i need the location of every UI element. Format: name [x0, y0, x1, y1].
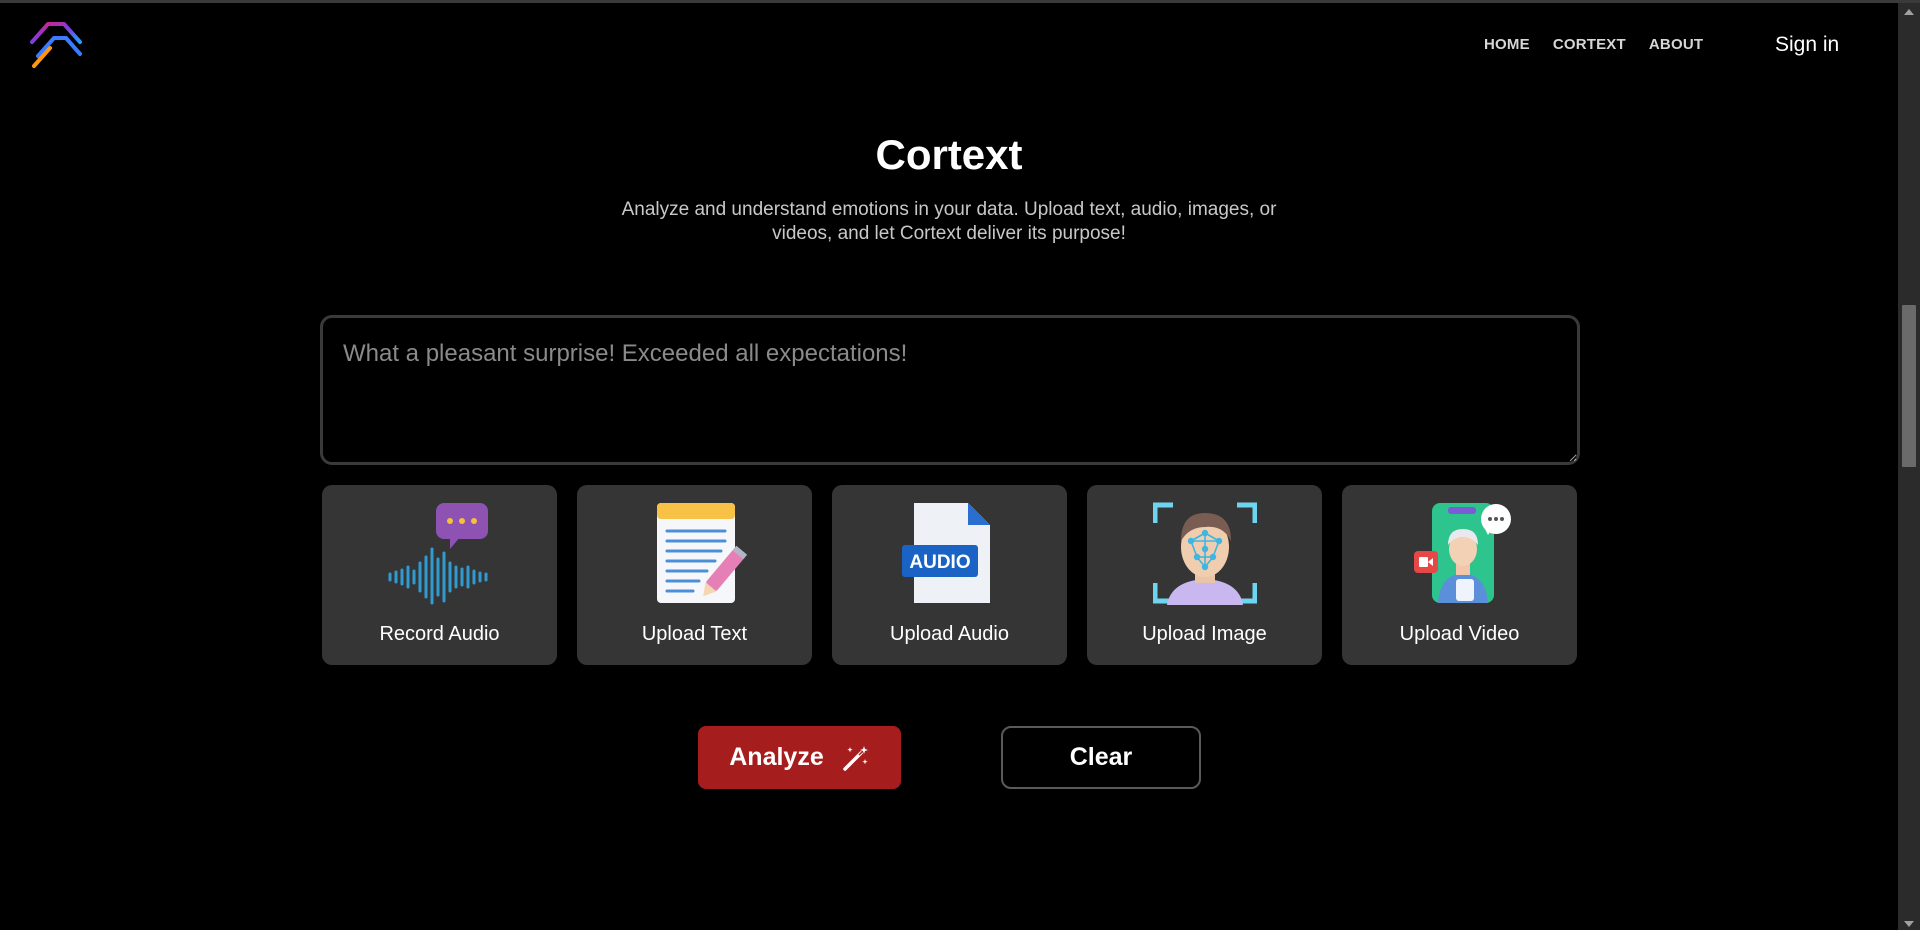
upload-image-button[interactable]: Upload Image	[1087, 485, 1322, 665]
nav-home-link[interactable]: HOME	[1484, 36, 1530, 53]
magic-wand-icon	[842, 745, 868, 771]
document-pencil-icon	[656, 503, 747, 603]
nav-about-link[interactable]: ABOUT	[1649, 36, 1703, 53]
scroll-down-arrow-icon[interactable]	[1904, 921, 1914, 927]
upload-options: Record Audio Upload Text AUDIO Upload Au…	[322, 485, 1577, 665]
video-call-icon	[1413, 503, 1511, 603]
text-input[interactable]	[320, 315, 1580, 465]
analyze-button-label: Analyze	[729, 743, 824, 771]
upload-text-button[interactable]: Upload Text	[577, 485, 812, 665]
svg-text:AUDIO: AUDIO	[909, 552, 970, 573]
scroll-up-arrow-icon[interactable]	[1904, 9, 1914, 15]
upload-image-label: Upload Image	[1142, 623, 1267, 645]
clear-button[interactable]: Clear	[1001, 726, 1201, 789]
upload-audio-button[interactable]: AUDIO Upload Audio	[832, 485, 1067, 665]
page-title: Cortext	[875, 131, 1023, 178]
face-scan-icon	[1152, 502, 1257, 605]
sign-in-link[interactable]: Sign in	[1775, 33, 1839, 57]
record-audio-icon	[388, 503, 488, 605]
audio-file-icon: AUDIO	[901, 503, 990, 603]
upload-video-button[interactable]: Upload Video	[1342, 485, 1577, 665]
scrollbar-thumb[interactable]	[1902, 305, 1916, 467]
nav-cortext-link[interactable]: CORTEXT	[1553, 36, 1626, 53]
record-audio-button[interactable]: Record Audio	[322, 485, 557, 665]
site-header: HOME CORTEXT ABOUT Sign in	[0, 3, 1898, 85]
main-nav: HOME CORTEXT ABOUT	[1484, 36, 1726, 53]
upload-text-label: Upload Text	[641, 623, 748, 645]
vertical-scrollbar[interactable]	[1898, 3, 1920, 930]
upload-video-label: Upload Video	[1399, 623, 1520, 645]
record-audio-label: Record Audio	[379, 623, 500, 645]
analyze-button[interactable]: Analyze	[698, 726, 901, 789]
cortext-logo[interactable]	[28, 18, 86, 70]
upload-audio-label: Upload Audio	[890, 623, 1009, 645]
page-subtitle: Analyze and understand emotions in your …	[621, 199, 1277, 244]
